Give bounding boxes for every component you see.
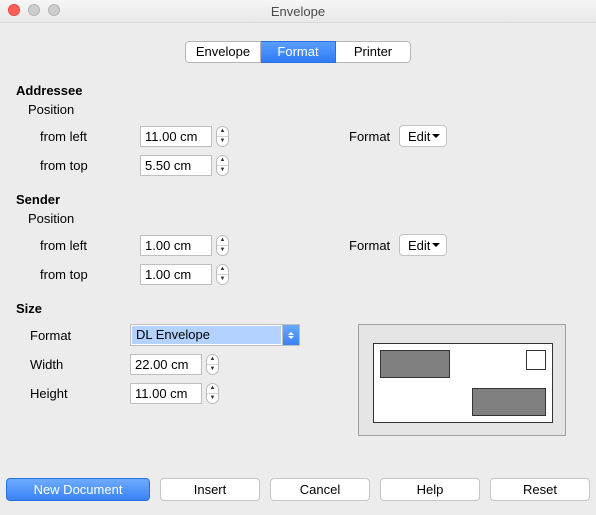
size-format-combo[interactable]: DL Envelope xyxy=(130,324,300,346)
sender-from-left-stepper[interactable]: ▲▼ xyxy=(216,235,229,256)
sender-from-top-stepper[interactable]: ▲▼ xyxy=(216,264,229,285)
envelope-preview-canvas xyxy=(373,343,553,423)
size-format-value: DL Envelope xyxy=(132,326,281,344)
envelope-preview xyxy=(358,324,566,436)
addressee-from-left-label: from left xyxy=(16,129,140,144)
size-section-label: Size xyxy=(16,301,580,316)
sender-format-label: Format xyxy=(349,238,399,253)
addressee-from-top-label: from top xyxy=(16,158,140,173)
size-height-input[interactable] xyxy=(130,383,202,404)
size-format-label: Format xyxy=(16,328,130,343)
sender-from-left-label: from left xyxy=(16,238,140,253)
insert-button[interactable]: Insert xyxy=(160,478,260,501)
new-document-button[interactable]: New Document xyxy=(6,478,150,501)
titlebar: Envelope xyxy=(0,0,596,23)
sender-format-edit-button[interactable]: Edit xyxy=(399,234,447,256)
sender-from-left-input[interactable] xyxy=(140,235,212,256)
window-title: Envelope xyxy=(0,4,596,19)
addressee-position-label: Position xyxy=(28,102,580,117)
sender-from-top-input[interactable] xyxy=(140,264,212,285)
sender-from-top-label: from top xyxy=(16,267,140,282)
addressee-from-left-stepper[interactable]: ▲▼ xyxy=(216,126,229,147)
size-height-stepper[interactable]: ▲▼ xyxy=(206,383,219,404)
tab-bar: Envelope Format Printer xyxy=(185,41,411,63)
size-width-label: Width xyxy=(16,357,130,372)
addressee-format-label: Format xyxy=(349,129,399,144)
tab-envelope[interactable]: Envelope xyxy=(185,41,261,63)
addressee-from-top-input[interactable] xyxy=(140,155,212,176)
addressee-section-label: Addressee xyxy=(16,83,580,98)
help-button[interactable]: Help xyxy=(380,478,480,501)
addressee-from-left-input[interactable] xyxy=(140,126,212,147)
size-height-label: Height xyxy=(16,386,130,401)
size-width-stepper[interactable]: ▲▼ xyxy=(206,354,219,375)
preview-sender-rect xyxy=(380,350,450,378)
minimize-window-icon xyxy=(28,4,40,16)
tab-format[interactable]: Format xyxy=(261,41,336,63)
sender-section-label: Sender xyxy=(16,192,580,207)
zoom-window-icon xyxy=(48,4,60,16)
cancel-button[interactable]: Cancel xyxy=(270,478,370,501)
addressee-format-edit-button[interactable]: Edit xyxy=(399,125,447,147)
tab-printer[interactable]: Printer xyxy=(336,41,411,63)
preview-stamp-rect xyxy=(526,350,546,370)
combo-arrow-icon xyxy=(282,325,299,345)
size-width-input[interactable] xyxy=(130,354,202,375)
sender-position-label: Position xyxy=(28,211,580,226)
addressee-from-top-stepper[interactable]: ▲▼ xyxy=(216,155,229,176)
reset-button[interactable]: Reset xyxy=(490,478,590,501)
close-window-icon[interactable] xyxy=(8,4,20,16)
preview-addressee-rect xyxy=(472,388,546,416)
